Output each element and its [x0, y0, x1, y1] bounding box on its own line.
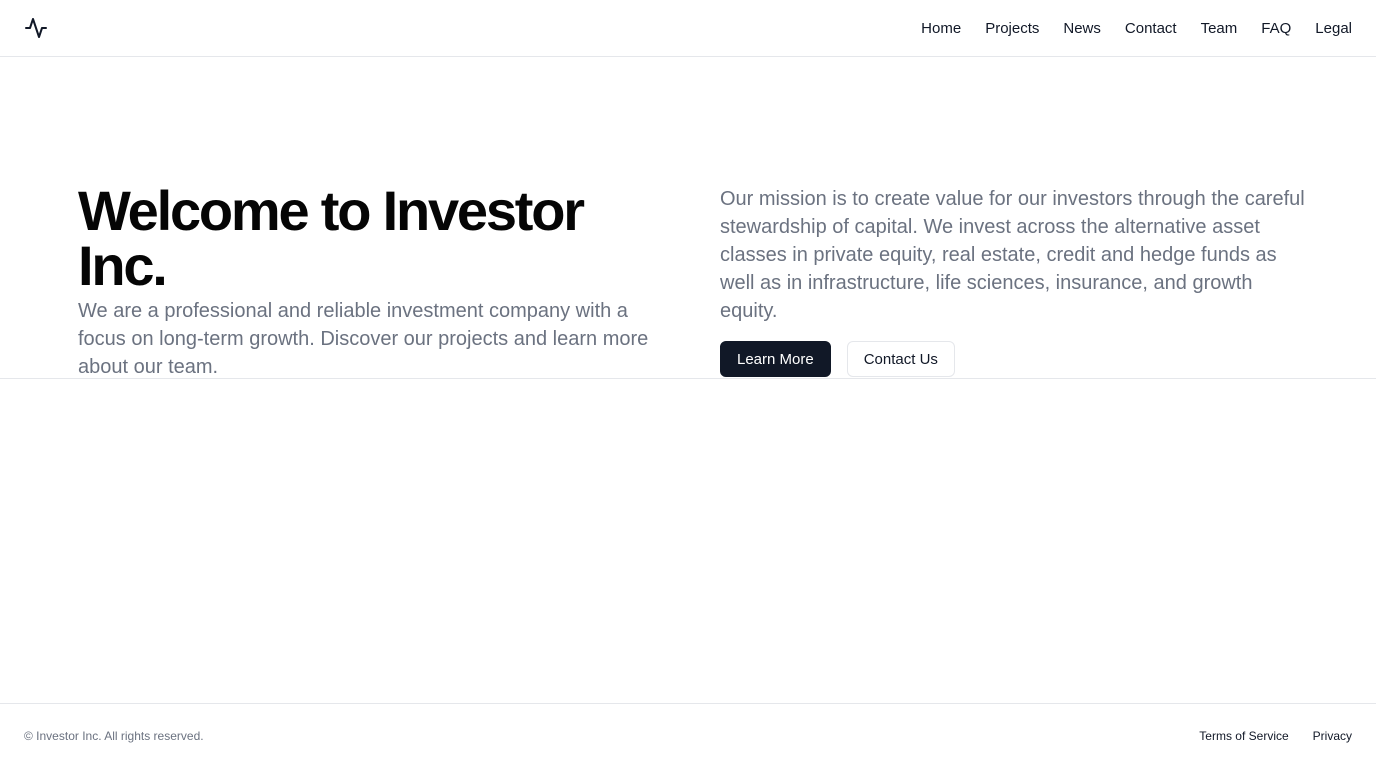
nav-home[interactable]: Home — [921, 20, 961, 37]
main-nav: Home Projects News Contact Team FAQ Lega… — [921, 20, 1352, 37]
nav-team[interactable]: Team — [1201, 20, 1238, 37]
hero-actions: Learn More Contact Us — [720, 341, 1310, 377]
activity-pulse-icon[interactable] — [24, 16, 48, 40]
hero-section: Welcome to Investor Inc. We are a profes… — [0, 57, 1376, 379]
learn-more-button[interactable]: Learn More — [720, 341, 831, 377]
site-header: Home Projects News Contact Team FAQ Lega… — [0, 0, 1376, 57]
nav-news[interactable]: News — [1063, 20, 1101, 37]
mission-text: Our mission is to create value for our i… — [720, 188, 1305, 322]
contact-us-button[interactable]: Contact Us — [846, 341, 955, 377]
hero-subtitle: We are a professional and reliable inves… — [78, 300, 649, 378]
privacy-link[interactable]: Privacy — [1313, 729, 1352, 743]
hero-intro: Welcome to Investor Inc. We are a profes… — [78, 183, 668, 381]
copyright-text: © Investor Inc. All rights reserved. — [24, 729, 204, 743]
hero-title: Welcome to Investor Inc. — [78, 179, 585, 297]
nav-faq[interactable]: FAQ — [1261, 20, 1291, 37]
nav-legal[interactable]: Legal — [1315, 20, 1352, 37]
footer-links: Terms of Service Privacy — [1199, 729, 1352, 743]
site-footer: © Investor Inc. All rights reserved. Ter… — [0, 703, 1376, 768]
nav-projects[interactable]: Projects — [985, 20, 1039, 37]
nav-contact[interactable]: Contact — [1125, 20, 1177, 37]
hero-mission: Our mission is to create value for our i… — [720, 185, 1310, 377]
terms-of-service-link[interactable]: Terms of Service — [1199, 729, 1288, 743]
